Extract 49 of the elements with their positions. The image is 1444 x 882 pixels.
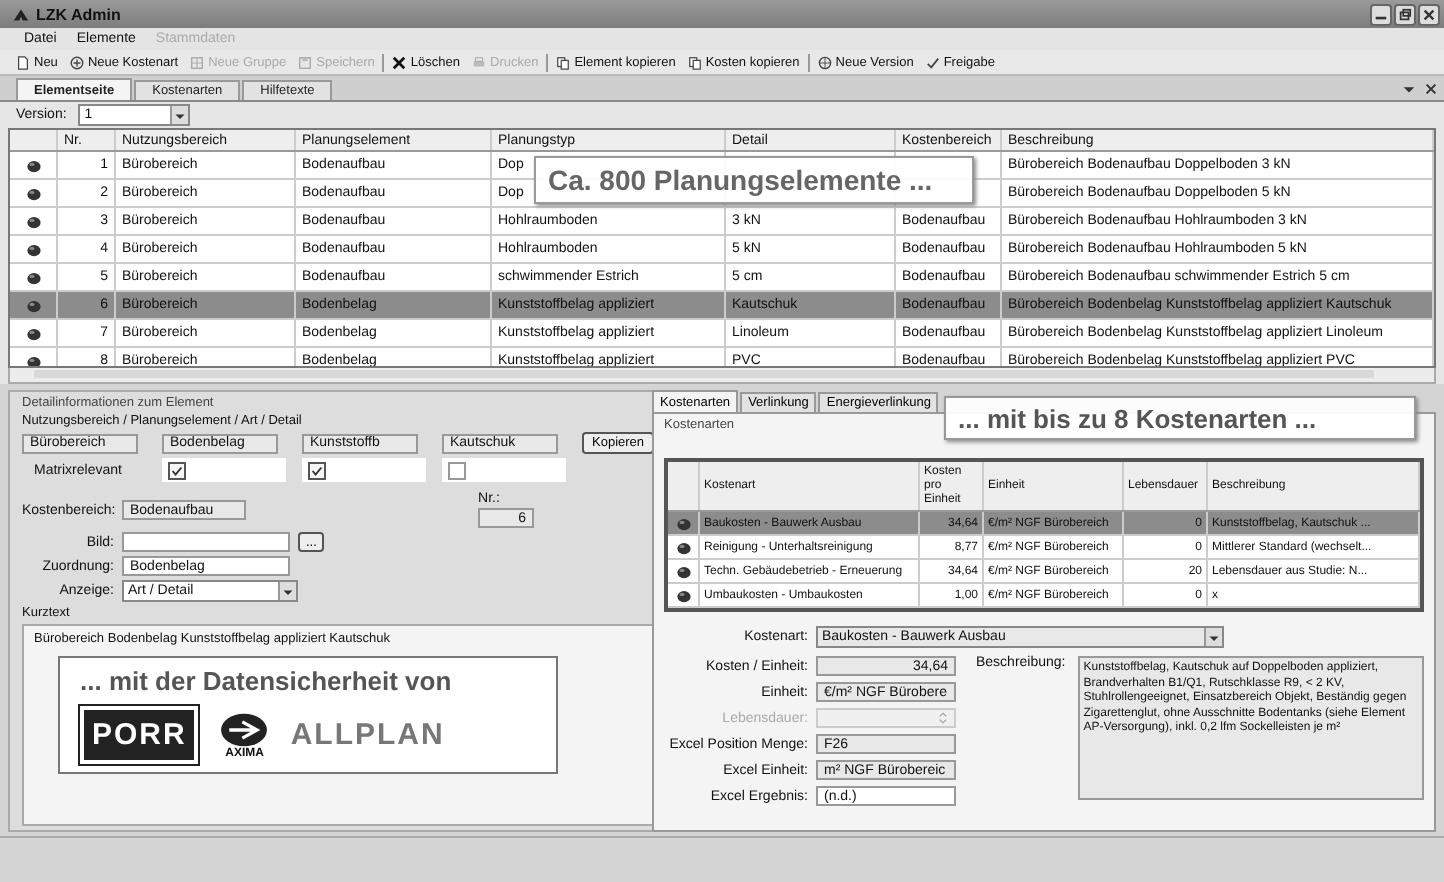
app-logo-icon	[12, 5, 30, 23]
minimize-button[interactable]	[1370, 3, 1392, 25]
close-icon[interactable]	[1424, 82, 1438, 96]
copy-icon	[556, 55, 571, 69]
dropdown-arrow-icon	[282, 585, 294, 597]
print-icon	[472, 55, 486, 69]
close-icon	[1422, 7, 1436, 21]
element-icon	[25, 353, 41, 366]
element-icon	[25, 269, 41, 285]
checkbox[interactable]	[448, 461, 466, 479]
dropdown-arrow-icon	[1208, 631, 1220, 643]
check-mark-icon	[310, 463, 324, 477]
element-icon	[25, 241, 41, 257]
porr-logo: PORR	[80, 706, 199, 764]
restore-button[interactable]	[1394, 3, 1416, 25]
element-icon	[25, 213, 41, 229]
copy-icon	[687, 55, 702, 69]
promo-headline: ... mit der Datensicherheit von	[80, 666, 454, 696]
cost-icon	[675, 563, 691, 579]
callout: ... mit bis zu 8 Kostenarten ...	[944, 396, 1416, 440]
spinner-arrows-icon	[938, 710, 948, 726]
page-icon	[16, 55, 30, 69]
plus-icon	[69, 55, 84, 69]
element-icon	[25, 297, 41, 313]
grid-icon	[190, 55, 205, 69]
element-icon	[25, 325, 41, 341]
allplan-logo: ALLPLAN	[290, 718, 445, 752]
check-icon	[925, 55, 940, 69]
image-path-field[interactable]	[122, 532, 290, 552]
dropdown-arrow-icon[interactable]	[1402, 82, 1416, 96]
check-mark-icon	[170, 463, 184, 477]
spinner-field[interactable]	[816, 708, 956, 728]
checkbox[interactable]	[168, 461, 186, 479]
element-icon	[25, 157, 41, 173]
cost-icon	[675, 587, 691, 603]
save-icon	[298, 55, 313, 69]
delete-icon	[392, 55, 407, 69]
cost-icon	[675, 539, 691, 555]
callout: Ca. 800 Planungselemente ...	[534, 156, 974, 204]
element-icon	[25, 185, 41, 201]
cost-icon	[675, 515, 691, 531]
horizontal-scrollbar[interactable]	[8, 368, 1436, 384]
axima-logo-icon	[218, 711, 271, 747]
close-button[interactable]	[1418, 3, 1440, 25]
window-title: LZK Admin	[36, 5, 121, 23]
checkbox[interactable]	[308, 461, 326, 479]
globe-icon	[817, 55, 832, 69]
dropdown-arrow-icon	[174, 109, 187, 121]
restore-icon	[1398, 7, 1412, 21]
